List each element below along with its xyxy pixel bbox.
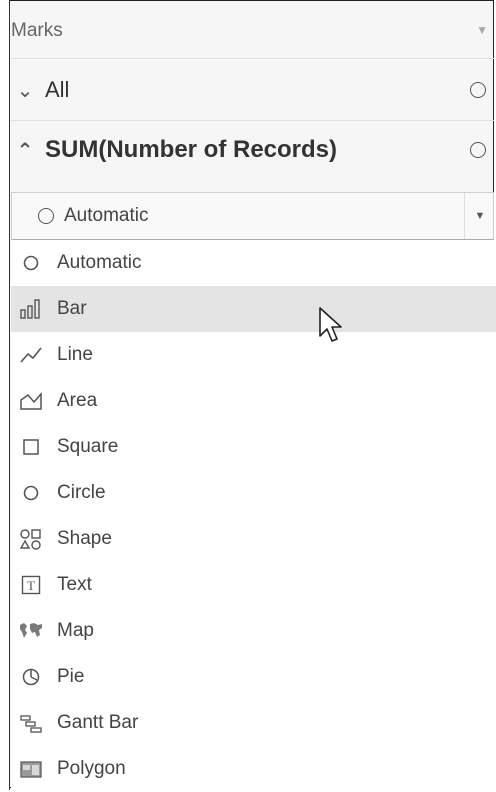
menu-item-square[interactable]: Square (11, 424, 496, 470)
circle-indicator-icon (470, 142, 486, 158)
menu-item-label: Pie (57, 666, 85, 687)
menu-item-polygon[interactable]: Polygon (11, 746, 496, 792)
menu-item-automatic[interactable]: Automatic (11, 240, 496, 286)
menu-item-pie[interactable]: Pie (11, 654, 496, 700)
menu-item-label: Polygon (57, 758, 126, 779)
menu-item-bar[interactable]: Bar (11, 286, 496, 332)
menu-item-label: Shape (57, 528, 112, 549)
menu-item-label: Square (57, 436, 119, 457)
circle-outline-icon (17, 252, 45, 274)
menu-item-label: Gantt Bar (57, 712, 139, 733)
bar-chart-icon (17, 298, 45, 320)
marks-title: Marks (11, 20, 63, 41)
chevron-down-icon[interactable]: ⌄ (11, 78, 39, 103)
mark-type-selected: Automatic (64, 205, 149, 226)
text-icon: T (17, 574, 45, 596)
menu-item-map[interactable]: Map (11, 608, 496, 654)
menu-item-label: Automatic (57, 252, 142, 273)
marks-all-row[interactable]: ⌄ All (11, 65, 494, 115)
square-icon (17, 436, 45, 458)
pie-icon (17, 666, 45, 688)
menu-item-circle[interactable]: Circle (11, 470, 496, 516)
menu-item-label: Bar (57, 298, 87, 319)
area-chart-icon (17, 390, 45, 412)
divider (11, 58, 494, 59)
card-menu-icon[interactable]: ▼ (476, 23, 488, 37)
chevron-down-icon[interactable]: ▼ (464, 193, 495, 239)
all-label: All (45, 77, 70, 102)
menu-item-shape[interactable]: Shape (11, 516, 496, 562)
circle-indicator-icon (470, 82, 486, 98)
marks-card-header: Marks ▼ (11, 7, 494, 55)
menu-item-label: Line (57, 344, 93, 365)
shape-icon (17, 528, 45, 550)
menu-item-gantt-bar[interactable]: Gantt Bar (11, 700, 496, 746)
gantt-bar-icon (17, 712, 45, 734)
menu-item-label: Text (57, 574, 92, 595)
circle-outline-icon (38, 208, 54, 224)
polygon-icon (17, 758, 45, 780)
menu-item-label: Circle (57, 482, 106, 503)
menu-item-text[interactable]: T Text (11, 562, 496, 608)
window-edge (0, 0, 10, 790)
menu-item-area[interactable]: Area (11, 378, 496, 424)
mouse-cursor-icon (319, 307, 342, 342)
map-icon (17, 620, 45, 642)
circle-icon (17, 482, 45, 504)
chevron-up-icon[interactable]: ⌃ (11, 138, 39, 163)
divider (11, 120, 494, 121)
mark-type-dropdown[interactable]: Automatic ▼ (11, 192, 494, 240)
menu-item-label: Map (57, 620, 94, 641)
line-chart-icon (17, 344, 45, 366)
marks-measure-row[interactable]: ⌃ SUM(Number of Records) (11, 125, 494, 175)
measure-label: SUM(Number of Records) (45, 136, 338, 163)
svg-text:T: T (27, 578, 35, 593)
menu-item-line[interactable]: Line (11, 332, 496, 378)
mark-type-menu: Automatic Bar Line Area Square Circle Sh… (11, 240, 496, 790)
menu-item-label: Area (57, 390, 98, 411)
